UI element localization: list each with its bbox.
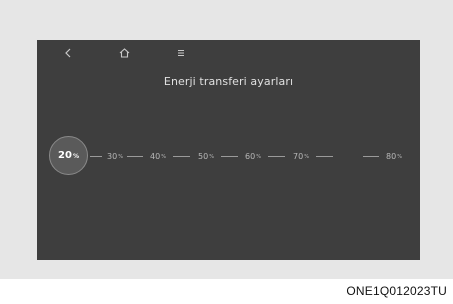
slider-step-30[interactable]: 30% <box>103 136 127 176</box>
step-unit: % <box>161 154 166 160</box>
step-value: 80 <box>386 151 397 161</box>
step-value: 60 <box>245 151 256 161</box>
menu-icon <box>177 49 185 57</box>
page-title: Enerji transferi ayarları <box>163 75 294 88</box>
step-unit: % <box>304 154 309 160</box>
slider-connector <box>268 156 285 157</box>
slider-connector <box>90 156 102 157</box>
step-value: 70 <box>293 151 304 161</box>
figure-caption: ONE1Q012023TU <box>346 284 447 298</box>
step-unit: % <box>118 154 123 160</box>
slider-step-60[interactable]: 60% <box>240 136 266 176</box>
slider-step-20-selected[interactable]: 20% <box>49 136 88 175</box>
step-unit: % <box>209 154 214 160</box>
step-value: 40 <box>150 151 161 161</box>
step-unit: % <box>256 154 261 160</box>
slider-connector <box>221 156 238 157</box>
slider-step-40[interactable]: 40% <box>145 136 171 176</box>
step-value: 20 <box>58 150 72 161</box>
slider-step-70[interactable]: 70% <box>288 136 314 176</box>
display-screen: Enerji transferi ayarları 20% 30% 40% 50… <box>37 40 420 260</box>
step-unit: % <box>72 153 79 160</box>
slider-connector <box>363 156 379 157</box>
slider-step-80[interactable]: 80% <box>381 136 407 176</box>
slider-step-50[interactable]: 50% <box>193 136 219 176</box>
back-button[interactable] <box>57 43 79 63</box>
slider-connector <box>316 156 333 157</box>
back-arrow-icon <box>64 48 72 58</box>
device-bezel: Enerji transferi ayarları 20% 30% 40% 50… <box>0 0 453 279</box>
slider-connector <box>127 156 143 157</box>
energy-transfer-slider[interactable]: 20% 30% 40% 50% 60% 70% 80% <box>49 136 409 176</box>
menu-button[interactable] <box>170 43 192 63</box>
home-button[interactable] <box>113 43 135 63</box>
step-value: 50 <box>198 151 209 161</box>
slider-connector <box>173 156 190 157</box>
step-value: 30 <box>107 151 118 161</box>
home-icon <box>119 48 130 58</box>
step-unit: % <box>397 154 402 160</box>
